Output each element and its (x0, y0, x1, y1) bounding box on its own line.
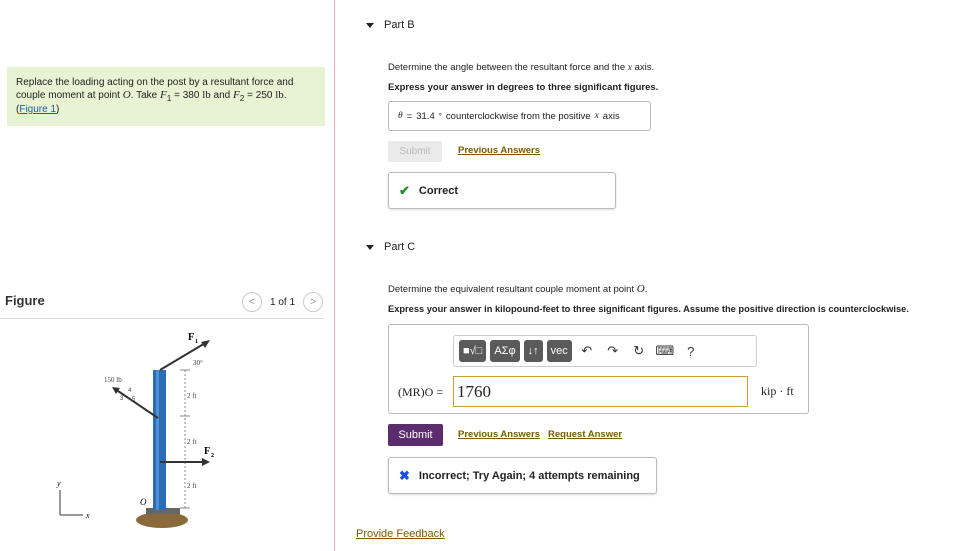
paren-close: ) (56, 104, 60, 115)
part-c-feedback-text: Incorrect; Try Again; 4 attempts remaini… (418, 469, 640, 482)
redo-icon[interactable]: ↷ (602, 340, 624, 362)
f1-label-sub: 1 (195, 339, 198, 345)
point-o: O (122, 89, 131, 101)
moment-label: (MR)O = (398, 385, 444, 399)
figure-divider (0, 318, 324, 319)
problem-statement: Replace the loading acting on the post b… (7, 67, 325, 126)
collapse-triangle-icon (366, 22, 374, 28)
part-c-question-var: O (636, 283, 645, 295)
f2-unit: lb (275, 89, 284, 101)
f1-symbol: F (159, 89, 167, 101)
part-b-feedback: ✔ Correct (388, 172, 616, 209)
part-b-instruction-text: Express your answer in degrees to three … (388, 82, 659, 93)
templates-button[interactable]: ■√□ (459, 340, 487, 362)
part-b-answer-box: θ = 31.4 ° counterclockwise from the posit… (388, 101, 651, 131)
problem-text-2: . Take (130, 90, 160, 101)
theta-symbol: θ (398, 111, 403, 121)
x-mark-icon: ✖ (399, 467, 410, 483)
f2-value: = 250 (244, 90, 276, 101)
part-c-question-pre: Determine the equivalent resultant coupl… (388, 284, 637, 295)
unit-label: kip · ft (761, 384, 794, 398)
f2-arrowhead (202, 458, 210, 466)
help-icon[interactable]: ? (680, 340, 702, 362)
left-pane: Replace the loading acting on the post b… (0, 0, 335, 551)
part-c-feedback: ✖ Incorrect; Try Again; 4 attempts remai… (388, 457, 657, 494)
answer-value: 31.4 (416, 110, 435, 122)
chevron-left-icon: < (248, 296, 256, 308)
ground (136, 512, 188, 528)
post (153, 370, 166, 510)
f1-arrowhead (201, 340, 210, 348)
answer-desc-post: axis (602, 110, 620, 122)
request-answer-link[interactable]: Request Answer (548, 429, 622, 440)
arrows-button[interactable]: ↓↑ (523, 340, 543, 362)
ratio-4: 4 (128, 388, 132, 394)
undo-icon[interactable]: ↶ (576, 340, 598, 362)
symbols-button[interactable]: AΣφ (490, 340, 520, 362)
part-c-question-post: . (644, 284, 648, 295)
f1-value: = 380 (171, 90, 203, 101)
keyboard-icon[interactable]: ⌨ (654, 340, 676, 362)
answer-desc-var: x (594, 111, 599, 121)
next-figure-button[interactable]: > (303, 292, 324, 312)
f1-unit: lb (202, 89, 211, 101)
f2-symbol: F (233, 89, 240, 101)
part-c-header[interactable]: Part C (366, 241, 415, 253)
part-b-question: Determine the angle between the resultan… (388, 62, 654, 73)
part-b-feedback-text: Correct (418, 184, 459, 197)
moment-answer-input[interactable]: 1760 (453, 376, 748, 407)
post-highlight (156, 370, 159, 510)
f2-label-sub: 2 (211, 453, 214, 459)
dim-label-2: 2 ft (187, 438, 197, 446)
part-b-title: Part B (384, 19, 415, 31)
part-b-instruction: Express your answer in degrees to three … (388, 82, 658, 93)
part-b-header[interactable]: Part B (366, 19, 415, 31)
collapse-triangle-icon (366, 244, 374, 250)
part-b-question-pre: Determine the angle between the resultan… (388, 62, 628, 73)
f2-label: F (204, 446, 210, 457)
part-c-question: Determine the equivalent resultant coupl… (388, 283, 647, 295)
f1-label: F (188, 332, 194, 343)
dim-label-1: 2 ft (187, 392, 197, 400)
part-c-instruction: Express your answer in kilopound-feet to… (388, 304, 909, 314)
angle-label: 30° (193, 359, 203, 367)
vec-button[interactable]: vec (546, 340, 572, 362)
origin-label: O (140, 497, 147, 507)
x-axis-label: x (85, 511, 90, 520)
figure-title: Figure (5, 293, 45, 308)
load-label: 150 lb (104, 376, 122, 384)
post-diagram: 2 ft 2 ft 2 ft F 1 30° 150 lb 3 4 5 F 2 … (56, 332, 214, 528)
load-arrow (114, 388, 159, 419)
part-b-submit-button[interactable]: Submit (388, 141, 442, 162)
figure-pager: < 1 of 1 > (242, 292, 324, 312)
y-axis-label: y (56, 479, 61, 488)
prev-figure-button[interactable]: < (242, 292, 262, 312)
checkmark-icon: ✔ (399, 182, 410, 198)
answer-editor: ■√□ AΣφ ↓↑ vec ↶ ↷ ↻ ⌨ ? (MR)O = 1760 ki… (388, 324, 809, 414)
provide-feedback-link[interactable]: Provide Feedback (356, 528, 445, 540)
part-b-previous-answers-link[interactable]: Previous Answers (458, 145, 540, 156)
degree-symbol: ° (438, 111, 442, 121)
period: . (283, 90, 287, 101)
reset-icon[interactable]: ↻ (628, 340, 650, 362)
part-c-title: Part C (384, 241, 416, 253)
answer-desc-pre: counterclockwise from the positive (445, 110, 591, 122)
ratio-3: 3 (120, 396, 124, 402)
math-toolbar: ■√□ AΣφ ↓↑ vec ↶ ↷ ↻ ⌨ ? (453, 335, 757, 367)
part-c-submit-button[interactable]: Submit (388, 424, 443, 446)
pager-text: 1 of 1 (270, 296, 296, 308)
figure-link[interactable]: Figure 1 (19, 104, 56, 115)
dim-label-3: 2 ft (187, 482, 197, 490)
part-b-question-post: axis. (631, 62, 655, 73)
right-pane: Part B Determine the angle between the r… (336, 0, 968, 551)
part-c-instruction-text: Express your answer in kilopound-feet to… (388, 304, 909, 314)
part-c-previous-answers-link[interactable]: Previous Answers (458, 429, 540, 440)
answer-eq: = (406, 110, 413, 122)
and-text: and (210, 90, 234, 101)
chevron-right-icon: > (309, 296, 317, 308)
